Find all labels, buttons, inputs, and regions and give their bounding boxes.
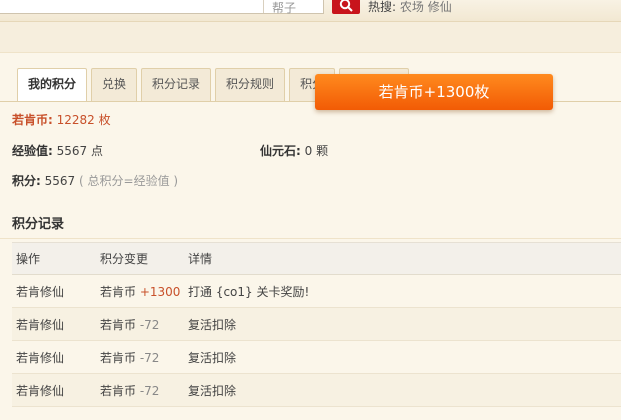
row-change: 若肯币 -72 [100,349,188,366]
tab-exchange[interactable]: 兑换 [91,68,138,101]
coin-label: 若肯币: [12,113,53,127]
coin-value: 12282 枚 [56,113,111,127]
top-bar: 帮子 热搜: 农场 修仙 [0,0,621,22]
points-note: ( 总积分=经验值 ) [79,174,179,188]
points-panel: 我的积分 兑换 积分记录 积分规则 积分 若肯币+1300枚 若肯币: 1228… [0,52,621,420]
row-change: 若肯币 -72 [100,316,188,333]
header-operation: 操作 [16,252,41,266]
records-divider [0,238,621,239]
row-change: 若肯币 -72 [100,382,188,399]
tab-points-rules[interactable]: 积分规则 [215,68,286,101]
row-delta: -72 [139,383,160,398]
stone-balance: 仙元石: 0 颗 [260,142,328,159]
reward-toast: 若肯币+1300枚 [315,74,553,110]
coin-balance: 若肯币: 12282 枚 [12,111,111,128]
row-operation: 若肯修仙 [16,317,65,332]
table-row: 若肯修仙 若肯币 -72 复活扣除 [12,341,621,374]
table-header: 操作 积分变更 详情 [12,242,621,275]
row-unit: 若肯币 [100,317,137,332]
table-row: 若肯修仙 若肯币 -72 复活扣除 [12,374,621,407]
exp-value: 5567 点 [56,144,103,158]
tab-my-points[interactable]: 我的积分 [17,68,88,101]
points-balance: 积分: 5567 ( 总积分=经验值 ) [12,172,178,189]
points-label: 积分: [12,174,41,188]
search-input[interactable]: 帮子 [0,0,324,16]
row-operation: 若肯修仙 [16,383,65,398]
table-row: 若肯修仙 若肯币 -72 复活扣除 [12,308,621,341]
row-operation: 若肯修仙 [16,350,65,365]
row-change: 若肯币 +1300 [100,283,188,300]
search-icon [339,0,353,12]
search-button[interactable] [332,0,360,14]
row-unit: 若肯币 [100,284,137,299]
table-body: 若肯修仙 若肯币 +1300 打通 {co1} 关卡奖励! 若肯修仙 若肯币 -… [12,275,621,407]
row-delta: -72 [139,317,160,332]
hot-search-links[interactable]: 农场 修仙 [400,0,452,14]
row-operation: 若肯修仙 [16,284,65,299]
exp-label: 经验值: [12,144,53,158]
search-type-label[interactable]: 帮子 [272,0,296,16]
header-change: 积分变更 [100,252,149,266]
stone-label: 仙元石: [260,144,301,158]
row-unit: 若肯币 [100,383,137,398]
row-unit: 若肯币 [100,350,137,365]
records-table: 操作 积分变更 详情 若肯修仙 若肯币 +1300 打通 {co1} 关卡奖励!… [12,242,621,407]
hot-search-label: 热搜: [368,0,397,14]
row-detail: 复活扣除 [188,317,237,332]
records-title: 积分记录 [12,217,65,232]
stone-value: 0 颗 [304,144,329,158]
hot-search: 热搜: 农场 修仙 [368,0,452,15]
row-delta: +1300 [139,284,181,299]
search-divider [263,0,264,13]
row-delta: -72 [139,350,160,365]
tab-points-record[interactable]: 积分记录 [141,68,212,101]
row-detail: 复活扣除 [188,350,237,365]
header-detail: 详情 [188,252,213,266]
row-detail: 打通 {co1} 关卡奖励! [188,284,310,299]
points-value: 5567 [44,174,76,188]
exp-balance: 经验值: 5567 点 [12,142,103,159]
row-detail: 复活扣除 [188,383,237,398]
table-row: 若肯修仙 若肯币 +1300 打通 {co1} 关卡奖励! [12,275,621,308]
